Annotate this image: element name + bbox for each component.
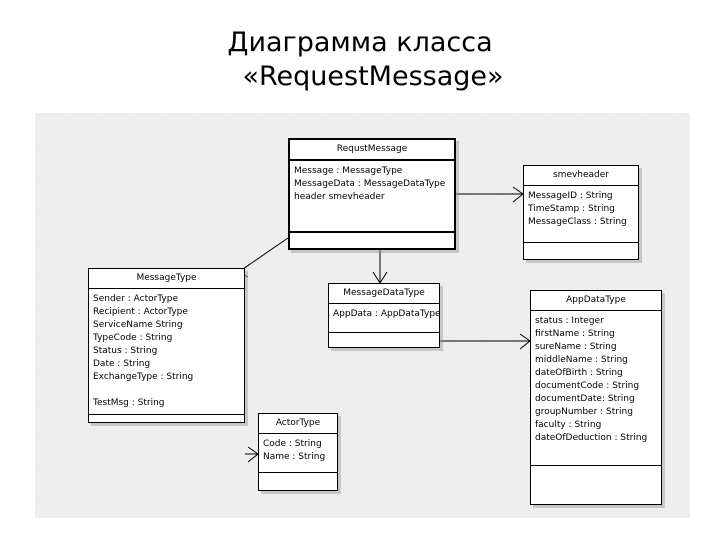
uml-attribute-compartment: AppData : AppDataType: [329, 304, 439, 333]
uml-class-name: AppDataType: [531, 291, 661, 311]
uml-attribute: dateOfBirth : String: [535, 368, 623, 378]
uml-attribute: TestMsg : String: [93, 398, 165, 408]
uml-class-name: MessageType: [89, 269, 244, 289]
uml-class-name: MessageDataType: [329, 284, 439, 304]
uml-class-name: ActorType: [259, 414, 337, 434]
uml-class-smevheader[interactable]: smevheader MessageID : String TimeStamp …: [523, 165, 639, 260]
uml-attribute: Message : MessageType: [294, 166, 403, 176]
uml-attribute: MessageData : MessageDataType: [294, 179, 446, 189]
uml-attribute-compartment: MessageID : String TimeStamp : String Me…: [524, 186, 638, 243]
page-title-line-1: Диаграмма класса: [227, 27, 493, 58]
uml-attribute: middleName : String: [535, 355, 628, 365]
uml-attribute: documentCode : String: [535, 381, 640, 391]
uml-attribute-compartment: Sender : ActorType Recipient : ActorType…: [89, 289, 244, 415]
uml-attribute: Status : String: [93, 346, 158, 356]
uml-attribute: MessageID : String: [528, 191, 613, 201]
uml-attribute: TypeCode : String: [93, 333, 173, 343]
uml-attribute: documentDate: String: [535, 394, 635, 404]
uml-attribute: TimeStamp : String: [528, 204, 615, 214]
uml-class-name: smevheader: [524, 166, 638, 186]
uml-attribute: groupNumber : String: [535, 407, 633, 417]
uml-class-actortype[interactable]: ActorType Code : String Name : String: [258, 413, 338, 491]
uml-attribute: Sender : ActorType: [93, 294, 179, 304]
uml-attribute: header smevheader: [294, 192, 385, 202]
association-requestmessage-messagetype: [238, 237, 289, 278]
uml-attribute: status : Integer: [535, 316, 604, 326]
association-messagedatatype-appdatatype: [440, 333, 531, 350]
uml-class-name: RequstMessage: [290, 140, 454, 161]
uml-attribute: firstName : String: [535, 329, 615, 339]
uml-class-requestmessage[interactable]: RequstMessage Message : MessageType Mess…: [288, 138, 456, 250]
uml-attribute: ServiceName String: [93, 320, 183, 330]
uml-attribute: Date : String: [93, 359, 151, 369]
page-title: Диаграмма класса «RequestMessage»: [0, 26, 720, 94]
page-title-line-2: «RequestMessage»: [242, 61, 504, 92]
uml-attribute-compartment: Message : MessageType MessageData : Mess…: [290, 161, 454, 233]
uml-class-messagetype[interactable]: MessageType Sender : ActorType Recipient…: [88, 268, 245, 423]
uml-attribute-compartment: status : Integer firstName : String sure…: [531, 311, 661, 466]
uml-attribute: ExchangeType : String: [93, 372, 194, 382]
uml-attribute: MessageClass : String: [528, 217, 627, 227]
uml-attribute: Code : String: [263, 439, 322, 449]
diagram-canvas[interactable]: RequstMessage Message : MessageType Mess…: [35, 113, 690, 518]
uml-attribute: Name : String: [263, 452, 326, 462]
association-requestmessage-messagedatatype: [372, 250, 388, 284]
uml-attribute-compartment: Code : String Name : String: [259, 434, 337, 473]
uml-class-messagedatatype[interactable]: MessageDataType AppData : AppDataType: [328, 283, 440, 348]
uml-attribute: sureName : String: [535, 342, 617, 352]
uml-attribute: dateOfDeduction : String: [535, 433, 648, 443]
association-requestmessage-smevheader: [456, 186, 524, 203]
uml-attribute: faculty : String: [535, 420, 602, 430]
uml-attribute: Recipient : ActorType: [93, 307, 188, 317]
association-messagetype-actortype: [245, 446, 259, 463]
uml-class-appdatatype[interactable]: AppDataType status : Integer firstName :…: [530, 290, 662, 505]
uml-attribute-spacer: [93, 384, 244, 397]
uml-attribute: AppData : AppDataType: [333, 309, 439, 319]
